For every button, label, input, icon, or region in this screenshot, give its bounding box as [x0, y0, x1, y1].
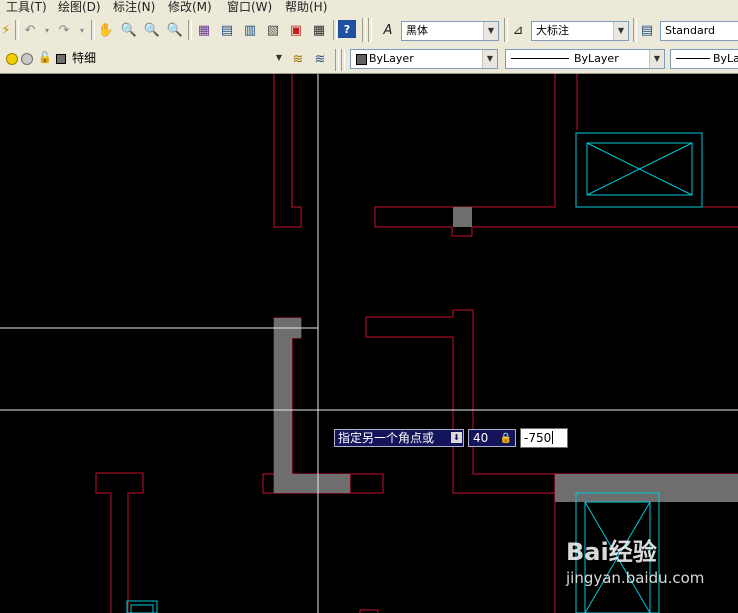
- drawing-canvas[interactable]: [0, 74, 738, 613]
- table-style-icon[interactable]: ▤: [637, 20, 657, 40]
- toolbar-separator: [335, 49, 339, 71]
- options-down-arrow-icon[interactable]: ⬇: [451, 432, 462, 443]
- length-value: 40: [473, 431, 489, 445]
- linetype-control-select[interactable]: ByLayer ▼: [505, 49, 665, 69]
- menu-help[interactable]: 帮助(H): [285, 0, 327, 14]
- make-object-layer-current-icon[interactable]: ≋: [288, 49, 308, 69]
- lineweight-sample-icon: [676, 58, 710, 59]
- chevron-down-icon: ▼: [483, 22, 498, 40]
- toolbar-separator: [341, 49, 345, 71]
- linetype-sample-icon: [511, 58, 569, 59]
- linetype-value: ByLayer: [574, 52, 619, 65]
- toolbar-separator: [188, 20, 192, 40]
- wall-outline: [374, 74, 738, 237]
- chevron-down-icon: ▼: [275, 53, 283, 62]
- calculator-icon[interactable]: ▦: [309, 20, 329, 40]
- layer-name: 特细: [72, 51, 97, 65]
- toolbar-separator: [362, 18, 366, 42]
- window-outer: [575, 132, 703, 208]
- help-icon[interactable]: ?: [338, 20, 356, 38]
- table-style-select[interactable]: Standard: [660, 21, 738, 41]
- dim-style-select[interactable]: 大标注 ▼: [531, 21, 629, 41]
- layer-on-icon: [6, 53, 18, 65]
- wall-outline: [262, 473, 274, 494]
- text-style-value: 黑体: [406, 24, 428, 37]
- properties-icon[interactable]: ▦: [194, 20, 214, 40]
- text-style-icon[interactable]: A: [378, 20, 398, 40]
- command-prompt-text: 指定另一个角点或: [338, 431, 435, 445]
- drawing-svg: [0, 74, 738, 613]
- wall-outline: [95, 473, 112, 613]
- input-value: -750: [524, 431, 552, 445]
- design-center-icon[interactable]: ▤: [217, 20, 237, 40]
- markup-icon[interactable]: ▣: [286, 20, 306, 40]
- sheet-set-icon[interactable]: ▧: [263, 20, 283, 40]
- layer-previous-icon[interactable]: ≋: [310, 49, 330, 69]
- toolbar-separator: [91, 20, 95, 40]
- layer-color-swatch-icon: [56, 54, 66, 64]
- command-prompt-tooltip: 指定另一个角点或 ⬇: [334, 429, 464, 447]
- wall-outline: [452, 309, 738, 475]
- lock-icon: 🔒: [499, 433, 512, 444]
- text-caret: [552, 431, 554, 444]
- chevron-down-icon: ▼: [613, 22, 628, 40]
- window-outer: [575, 492, 660, 613]
- color-control-select[interactable]: ByLayer ▼: [350, 49, 498, 69]
- match-properties-icon[interactable]: ⚡: [0, 20, 16, 40]
- menu-modify[interactable]: 修改(M): [168, 0, 212, 14]
- layer-freeze-icon: [21, 53, 33, 65]
- filled-regions: [274, 207, 738, 502]
- window-symbols: [126, 132, 703, 613]
- column-fill: [453, 207, 472, 227]
- zoom-window-icon[interactable]: 🔍: [142, 20, 162, 40]
- layer-select[interactable]: 特细 ▼: [68, 49, 286, 69]
- chevron-down-icon: ▼: [482, 50, 497, 68]
- table-style-value: Standard: [665, 24, 716, 37]
- lineweight-value: ByLay: [713, 52, 738, 65]
- lineweight-control-select[interactable]: ByLay: [670, 49, 738, 69]
- dim-style-icon[interactable]: ⊿: [508, 20, 528, 40]
- wall-fill: [274, 318, 350, 493]
- beam-fill: [555, 474, 738, 502]
- zoom-realtime-icon[interactable]: 🔍: [119, 20, 139, 40]
- menu-tools[interactable]: 工具(T): [6, 0, 47, 14]
- menu-dimension[interactable]: 标注(N): [113, 0, 155, 14]
- layers-toolbar: 🔓 特细 ▼ ≋ ≋ ByLayer ▼ ByLayer ▼ ByLay: [0, 47, 738, 74]
- redo-dropdown-icon[interactable]: ▾: [72, 20, 92, 40]
- wall-lines: [95, 74, 738, 613]
- color-value: ByLayer: [369, 52, 414, 65]
- dynamic-input-field[interactable]: -750: [520, 428, 568, 448]
- text-style-select[interactable]: 黑体 ▼: [401, 21, 499, 41]
- standard-toolbar: ⚡ ↶ ▾ ↷ ▾ ✋ 🔍 🔍 🔍 ▦ ▤ ▥ ▧ ▣ ▦ ? A 黑体 ▼ ⊿…: [0, 14, 738, 48]
- chevron-down-icon: ▼: [649, 50, 664, 68]
- window-inner: [130, 604, 154, 613]
- toolbar-separator: [15, 20, 19, 40]
- toolbar-separator: [368, 18, 372, 42]
- pan-icon[interactable]: ✋: [96, 20, 116, 40]
- tool-palettes-icon[interactable]: ▥: [240, 20, 260, 40]
- wall-outline: [350, 473, 384, 494]
- zoom-previous-icon[interactable]: 🔍: [165, 20, 185, 40]
- wall-outline: [365, 316, 555, 494]
- wall-outline: [96, 472, 144, 613]
- layer-lock-icon: 🔓: [38, 51, 52, 64]
- redo-icon[interactable]: ↷: [54, 20, 74, 40]
- dim-style-value: 大标注: [536, 24, 569, 37]
- toolbar-separator: [333, 20, 337, 40]
- color-swatch-icon: [356, 54, 367, 65]
- menu-window[interactable]: 窗口(W): [227, 0, 272, 14]
- menu-bar: 工具(T) 绘图(D) 标注(N) 修改(M) 窗口(W) 帮助(H): [0, 0, 738, 14]
- wall-outline: [273, 74, 302, 228]
- dynamic-length-field[interactable]: 40 🔒: [468, 429, 516, 447]
- menu-draw[interactable]: 绘图(D): [58, 0, 101, 14]
